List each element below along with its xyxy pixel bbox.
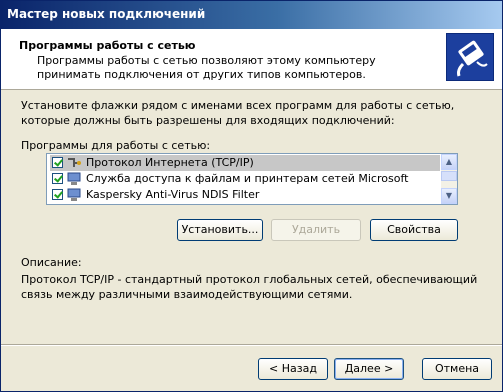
checkbox[interactable]	[52, 173, 63, 184]
scroll-down-icon[interactable]: ▼	[441, 188, 457, 204]
network-service-icon	[66, 172, 82, 186]
network-connection-icon	[446, 33, 494, 81]
scrollbar-thumb[interactable]	[441, 171, 457, 181]
programs-listbox[interactable]: Протокол Интернета (TCP/IP) Служба досту…	[46, 153, 458, 205]
vertical-scrollbar[interactable]: ▲ ▼	[441, 154, 457, 204]
list-item[interactable]: Kaspersky Anti-Virus NDIS Filter	[50, 187, 440, 203]
footer-divider	[1, 344, 502, 346]
description-text: Протокол TCP/IP - стандартный протокол г…	[21, 273, 478, 301]
window-title: Мастер новых подключений	[7, 7, 206, 21]
wizard-window: Мастер новых подключений Программы работ…	[0, 0, 503, 392]
list-item[interactable]: Служба доступа к файлам и принтерам сете…	[50, 171, 440, 187]
network-protocol-icon	[66, 156, 82, 170]
checkbox[interactable]	[52, 189, 63, 200]
cancel-button[interactable]: Отмена	[422, 358, 492, 380]
back-button[interactable]: < Назад	[258, 358, 328, 380]
remove-button[interactable]: Удалить	[271, 219, 361, 241]
description-label: Описание:	[21, 256, 82, 269]
install-button[interactable]: Установить...	[177, 219, 263, 241]
network-service-icon	[66, 188, 82, 202]
next-button[interactable]: Далее >	[334, 358, 404, 380]
properties-button[interactable]: Свойства	[370, 219, 458, 241]
checkbox[interactable]	[52, 157, 63, 168]
list-item[interactable]: Протокол Интернета (TCP/IP)	[50, 155, 440, 171]
instructions-text: Установите флажки рядом с именами всех п…	[21, 99, 455, 127]
programs-list-label: Программы для работы с сетью:	[21, 139, 211, 152]
header-title: Программы работы с сетью	[19, 39, 196, 52]
wizard-header: Программы работы с сетью Программы работ…	[1, 29, 502, 90]
header-subtitle: Программы работы с сетью позволяют этому…	[37, 54, 376, 81]
list-item-label: Kaspersky Anti-Virus NDIS Filter	[86, 188, 260, 201]
list-item-label: Протокол Интернета (TCP/IP)	[86, 156, 254, 169]
title-bar[interactable]: Мастер новых подключений	[1, 1, 502, 29]
scroll-up-icon[interactable]: ▲	[441, 154, 457, 170]
list-item-label: Служба доступа к файлам и принтерам сете…	[86, 172, 409, 185]
